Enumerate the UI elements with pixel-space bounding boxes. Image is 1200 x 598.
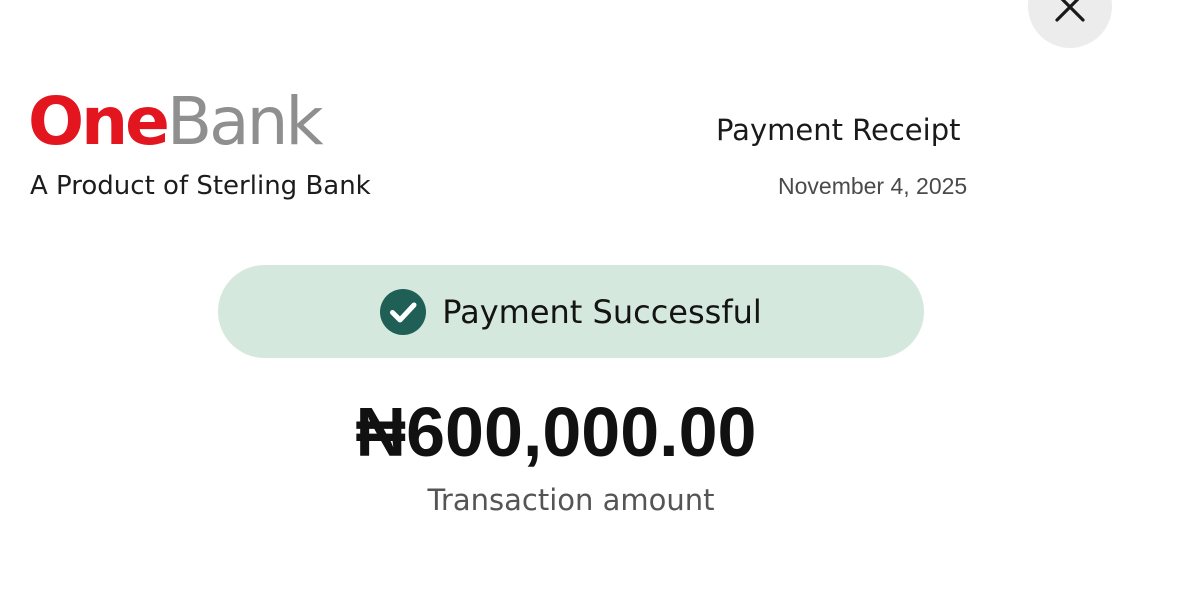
transaction-amount-label: Transaction amount — [427, 483, 715, 517]
payment-receipt-screen: { "close_button": { "icon": "close-icon"… — [0, 0, 1200, 598]
onebank-logo: OneBank — [28, 82, 324, 162]
receipt-title: Payment Receipt — [716, 113, 961, 147]
status-badge: Payment Successful — [218, 265, 924, 358]
transaction-amount: ₦600,000.00 — [355, 393, 757, 471]
logo-text-one: One — [28, 83, 170, 160]
close-button[interactable] — [1028, 0, 1112, 48]
close-icon — [1055, 0, 1085, 22]
logo-text-bank: Bank — [166, 83, 324, 160]
brand-tagline: A Product of Sterling Bank — [30, 171, 371, 201]
status-label: Payment Successful — [442, 292, 762, 331]
receipt-date: November 4, 2025 — [778, 173, 968, 199]
check-circle-icon — [380, 288, 427, 335]
